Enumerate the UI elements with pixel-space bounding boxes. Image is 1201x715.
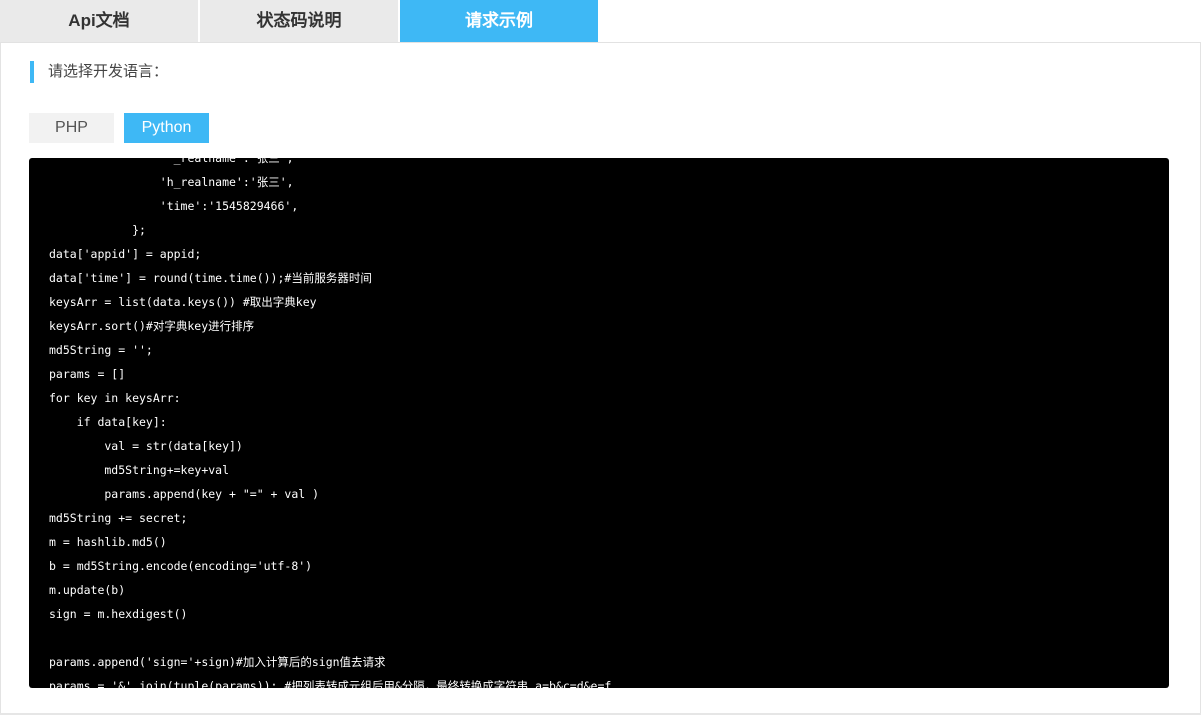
code-line: params = [] [49, 367, 126, 381]
python-button[interactable]: Python [124, 113, 209, 143]
language-prompt: 请选择开发语言： [30, 61, 168, 83]
code-line: m = hashlib.md5() [49, 535, 167, 549]
code-line: keysArr = list(data.keys()) #取出字典key [49, 295, 317, 309]
code-content: ''_realname':'张三', 'h_realname':'张三', 't… [49, 158, 611, 688]
code-line: md5String += secret; [49, 511, 188, 525]
code-line: keysArr.sort()#对字典key进行排序 [49, 319, 255, 333]
code-line: 'h_realname':'张三', [49, 175, 294, 189]
code-line: data['appid'] = appid; [49, 247, 202, 261]
code-line: val = str(data[key]) [49, 439, 243, 453]
code-line: params.append(key + "=" + val ) [49, 487, 320, 501]
code-line: if data[key]: [49, 415, 167, 429]
code-line: md5String = ''; [49, 343, 153, 357]
php-button[interactable]: PHP [29, 113, 114, 143]
code-line: ''_realname':'张三', [49, 158, 294, 165]
code-line: 'time':'1545829466', [49, 199, 299, 213]
code-line: m.update(b) [49, 583, 126, 597]
code-line: for key in keysArr: [49, 391, 181, 405]
code-line: params = '&'.join(tuple(params)); #把列表转成… [49, 679, 612, 688]
code-line: b = md5String.encode(encoding='utf-8') [49, 559, 313, 573]
tab-request-example[interactable]: 请求示例 [400, 0, 598, 42]
tab-api-docs[interactable]: Api文档 [0, 0, 198, 42]
code-line: }; [49, 223, 146, 237]
code-block[interactable]: ''_realname':'张三', 'h_realname':'张三', 't… [29, 158, 1169, 688]
code-line: params.append('sign='+sign)#加入计算后的sign值去… [49, 655, 386, 669]
code-line: data['time'] = round(time.time());#当前服务器… [49, 271, 372, 285]
code-line: md5String+=key+val [49, 463, 230, 477]
tab-bar: Api文档 状态码说明 请求示例 [0, 0, 1201, 43]
code-line: sign = m.hexdigest() [49, 607, 188, 621]
tab-status-codes[interactable]: 状态码说明 [200, 0, 398, 42]
